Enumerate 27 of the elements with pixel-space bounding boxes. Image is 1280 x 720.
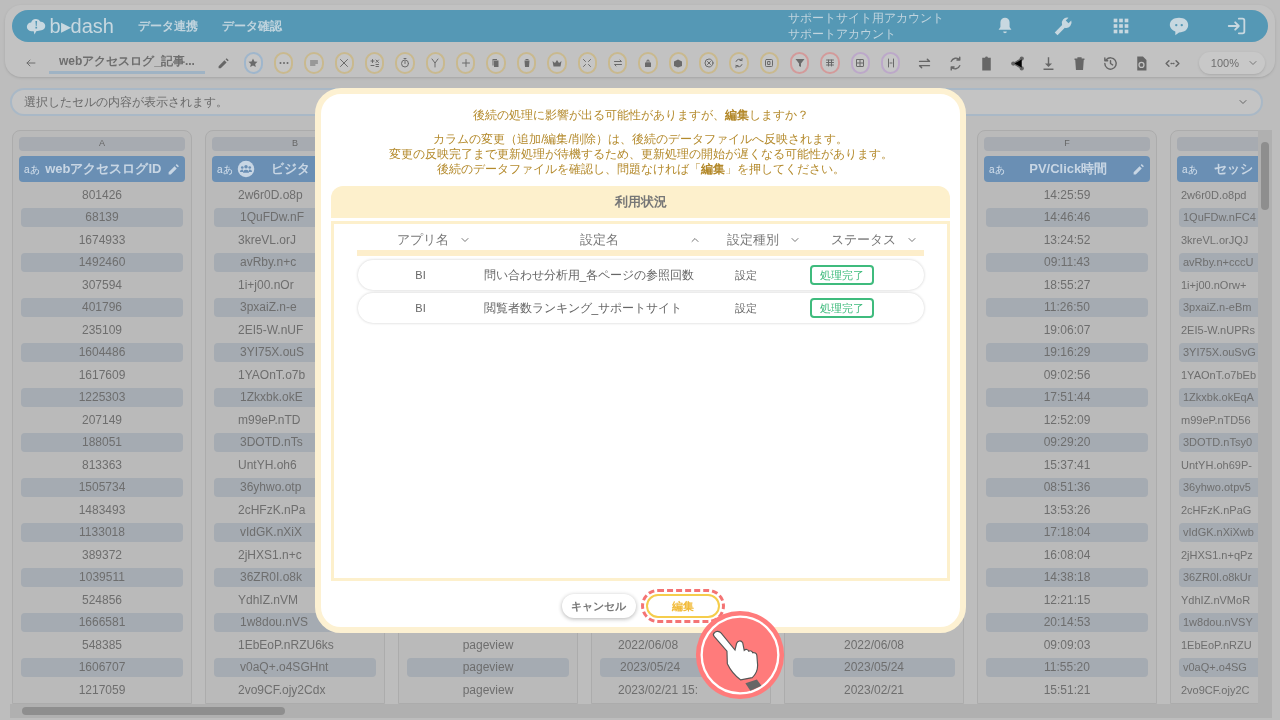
table-cell-text: BI (414, 267, 427, 283)
dialog-message: 後続のデータファイルを確認し、問題なければ「編集」を押してください。 (436, 162, 845, 177)
column-title: PV/Click時間 (1028, 160, 1109, 179)
type-label: aあ (217, 162, 233, 177)
type-label: aあ (989, 162, 1005, 177)
type-label: aあ (1182, 162, 1198, 177)
column-letter: F (1064, 137, 1070, 151)
column-title: ビジタ (270, 160, 310, 179)
table-cell-text: 設定 (733, 300, 758, 316)
logo-text: b▸dash (49, 16, 114, 36)
status-badge: 処理完了 (809, 265, 874, 285)
table-cell-text: 設定 (733, 267, 758, 283)
dialog-title: 後続の処理に影響が出る可能性がありますが、編集しますか？ (472, 107, 809, 124)
dialog-message: 変更の反映完了まで更新処理が待機するため、更新処理の開始が遅くなる可能性があります。 (388, 147, 893, 162)
column-letter: B (292, 137, 298, 151)
user-name: サポートアカウント (788, 26, 897, 42)
type-label: aあ (24, 162, 40, 177)
status-badge: 処理完了 (809, 298, 874, 318)
column-title: セッシ (1213, 160, 1253, 179)
table-cell-text: BI (414, 300, 427, 316)
account-name: サポートサイト用アカウント (788, 10, 944, 26)
table-cell-text: 閲覧者数ランキング_サポートサイト (483, 300, 684, 317)
table-cell-text: 問い合わせ分析用_各ページの参照回数 (483, 267, 696, 284)
section-header: 利用状況 (331, 186, 950, 218)
dialog-message: カラムの変更（追加/編集/削除）は、後続のデータファイルへ反映されます。 (433, 132, 848, 147)
column-title: webアクセスログID (44, 160, 163, 179)
column-letter: A (99, 137, 105, 151)
